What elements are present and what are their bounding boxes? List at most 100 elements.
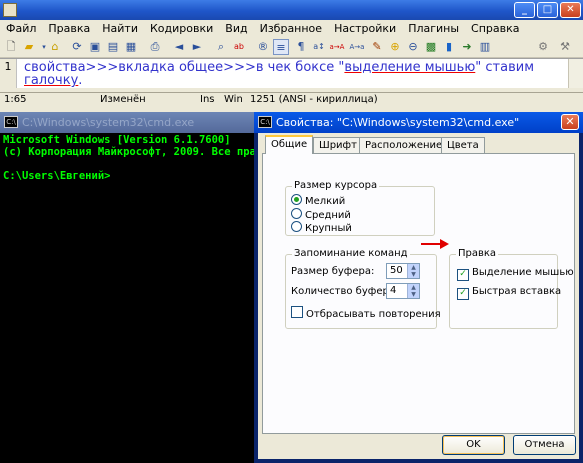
cursor-size-group: Размер курсора Мелкий Средний Крупный [285, 180, 435, 236]
non-printing-icon[interactable]: ¶ [293, 39, 309, 55]
menu-bar: Файл Правка Найти Кодировки Вид Избранное Наст… [0, 20, 583, 38]
cmd-titlebar[interactable]: C:\ C:\Windows\system32\cmd.exe [0, 112, 254, 133]
radio-small-label: Мелкий [305, 196, 346, 207]
command-history-label: Запоминание команд [292, 248, 410, 259]
line-number: 1 [0, 59, 17, 89]
macro-icon[interactable]: ▮ [441, 39, 457, 55]
menu-view[interactable]: Вид [219, 20, 253, 35]
tab-panel: Размер курсора Мелкий Средний Крупный За… [262, 153, 575, 434]
cursor-size-label: Размер курсора [292, 180, 380, 191]
cmd-console[interactable]: Microsoft Windows [Version 6.1.7600] (c)… [0, 133, 332, 463]
tab-font[interactable]: Шрифт [313, 137, 363, 153]
menu-search[interactable]: Найти [96, 20, 144, 35]
editor-content[interactable]: 1 свойства>>>вкладка общее>>>в чек боксе… [0, 58, 583, 89]
dialog-titlebar[interactable]: C:\ Свойства: "C:\Windows\system32\cmd.e… [254, 112, 583, 133]
dialog-title: Свойства: "C:\Windows\system32\cmd.exe" [276, 116, 520, 129]
tab-general[interactable]: Общие [265, 135, 314, 154]
status-bar: 1:65 Изменён Ins Win 1251 (ANSI - кирилл… [0, 92, 583, 107]
menu-plugins[interactable]: Плагины [402, 20, 465, 35]
menu-settings[interactable]: Настройки [328, 20, 402, 35]
highlight-icon[interactable]: ✎ [369, 39, 385, 55]
save-as-icon[interactable]: ▣ [87, 39, 103, 55]
new-file-icon[interactable]: 🗋 [3, 39, 19, 55]
radio-large[interactable]: Крупный [291, 221, 352, 234]
toolbar: 🗋 ▰ ▾ ⌂ ⟳ ▣ ▤ ▦ ⎙ ◄ ► ⌕ ab ® ≡ ¶ a↕ a→A … [0, 38, 583, 58]
menu-help[interactable]: Справка [465, 20, 525, 35]
insert-mode-checkbox[interactable]: ✓ Быстрая вставка [457, 286, 561, 300]
menu-encoding[interactable]: Кодировки [144, 20, 219, 35]
ok-button[interactable]: OK [442, 435, 505, 455]
split-icon[interactable]: ▥ [477, 39, 493, 55]
menu-edit[interactable]: Правка [42, 20, 96, 35]
buffer-size-input[interactable]: 50 ▲ ▼ [386, 263, 420, 279]
close-button[interactable]: ✕ [560, 2, 581, 18]
sort-order-icon[interactable]: a→A [329, 39, 345, 55]
sort-az-icon[interactable]: a↕ [311, 39, 327, 55]
run-icon[interactable]: ➜ [459, 39, 475, 55]
color-icon[interactable]: ▩ [423, 39, 439, 55]
radio-small-indicator[interactable] [291, 194, 302, 205]
save-all-icon[interactable]: ▤ [105, 39, 121, 55]
settings-icon[interactable]: ⚙ [535, 39, 551, 55]
editor-text-2: галочку [24, 73, 79, 88]
open-folder-icon[interactable]: ▰ [21, 39, 37, 55]
buffer-count-spinner[interactable]: ▲ ▼ [407, 284, 419, 298]
radio-small[interactable]: Мелкий [291, 194, 345, 207]
buffer-size-spinner[interactable]: ▲ ▼ [407, 264, 419, 278]
cmd-line-1: Microsoft Windows [Version 6.1.7600] [3, 134, 231, 146]
discard-duplicates-box[interactable] [291, 306, 303, 318]
cmd-title-text: C:\Windows\system32\cmd.exe [22, 116, 195, 129]
minimize-button[interactable]: _ [514, 2, 535, 18]
dialog-cmd-icon: C:\ [258, 116, 272, 128]
editor-line-2: галочку. [24, 73, 82, 88]
quick-edit-box[interactable]: ✓ [457, 269, 469, 281]
maximize-button[interactable]: □ [537, 2, 558, 18]
editor-text-1c: " ставим [475, 60, 534, 75]
print-icon[interactable]: ▦ [123, 39, 139, 55]
find-icon[interactable]: ⌕ [213, 39, 229, 55]
radio-medium[interactable]: Средний [291, 208, 351, 221]
editor-text-2-end: . [78, 73, 83, 88]
buffer-count-input[interactable]: 4 ▲ ▼ [386, 283, 420, 299]
print2-icon[interactable]: ⎙ [147, 39, 163, 55]
radio-large-label: Крупный [305, 223, 352, 234]
back-icon[interactable]: ◄ [171, 39, 187, 55]
menu-file[interactable]: Файл [0, 20, 42, 35]
quick-edit-checkbox[interactable]: ✓ Выделение мышью [457, 267, 574, 281]
cancel-button[interactable]: Отмена [513, 435, 576, 455]
sort-za-icon[interactable]: A→a [349, 39, 365, 55]
radio-medium-indicator[interactable] [291, 208, 302, 219]
replace-icon[interactable]: ab [231, 39, 247, 55]
tab-colors[interactable]: Цвета [441, 137, 485, 153]
save-icon[interactable]: ⟳ [69, 39, 85, 55]
insert-mode-box[interactable]: ✓ [457, 288, 469, 300]
status-ins: Ins [200, 94, 215, 105]
dialog-close-button[interactable]: ✕ [561, 114, 579, 130]
registered-icon[interactable]: ® [255, 39, 271, 55]
word-wrap-icon[interactable]: ≡ [273, 39, 289, 55]
status-encoding: 1251 (ANSI - кириллица) [250, 94, 378, 105]
insert-mode-label: Быстрая вставка [472, 286, 562, 297]
tab-layout[interactable]: Расположение [359, 137, 449, 153]
quick-edit-label: Выделение мышью [472, 267, 574, 278]
dialog-body: Общие Шрифт Расположение Цвета Размер ку… [258, 133, 579, 459]
forward-icon[interactable]: ► [189, 39, 205, 55]
menu-favorites[interactable]: Избранное [254, 20, 328, 35]
zoom-out-icon[interactable]: ⊖ [405, 39, 421, 55]
vertical-scrollbar[interactable] [568, 59, 583, 89]
editor-line-1: свойства>>>вкладка общее>>>в чек боксе "… [24, 60, 534, 75]
properties-dialog: C:\ Свойства: "C:\Windows\system32\cmd.e… [254, 112, 583, 463]
zoom-in-icon[interactable]: ⊕ [387, 39, 403, 55]
discard-duplicates-checkbox[interactable]: Отбрасывать повторения [291, 306, 441, 320]
plugin-icon[interactable]: ⚒ [557, 39, 573, 55]
status-modified: Изменён [100, 94, 146, 105]
edit-options-label: Правка [456, 248, 499, 259]
status-eol: Win [224, 94, 243, 105]
status-position: 1:65 [4, 94, 27, 105]
radio-large-indicator[interactable] [291, 221, 302, 232]
app-icon [3, 3, 17, 17]
buffer-size-label: Размер буфера: [291, 266, 375, 277]
cmd-prompt: C:\Users\Евгений> [3, 170, 111, 182]
editor-titlebar[interactable]: _ □ ✕ [0, 0, 583, 20]
reload-icon[interactable]: ⌂ [47, 39, 63, 55]
